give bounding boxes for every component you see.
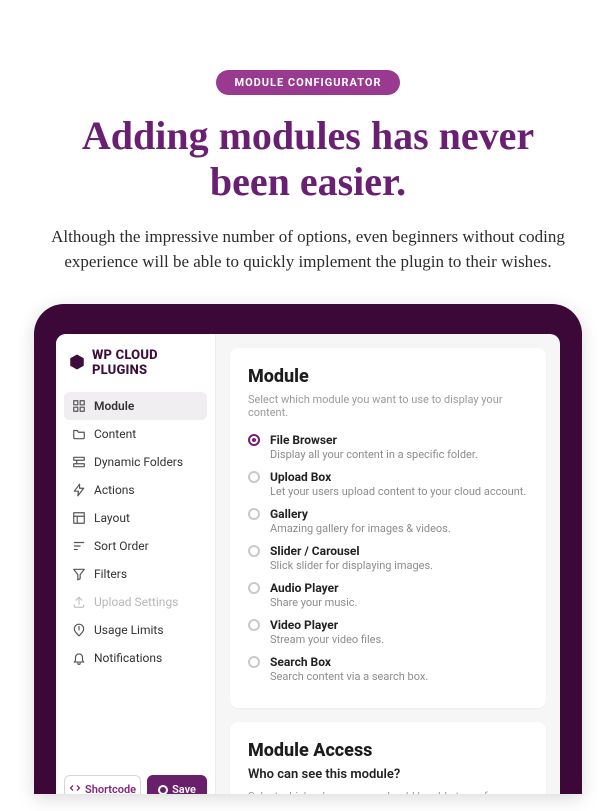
bell-icon xyxy=(72,651,86,665)
sidebar-item-label: Notifications xyxy=(94,651,162,665)
brand-text: WP CLOUD PLUGINS xyxy=(92,348,203,378)
sidebar-item-label: Filters xyxy=(94,567,127,581)
module-option-title: Upload Box xyxy=(270,470,526,484)
module-option-title: Search Box xyxy=(270,655,428,669)
sidebar-item-actions[interactable]: Actions xyxy=(64,476,207,504)
module-option-file-browser[interactable]: File BrowserDisplay all your content in … xyxy=(248,433,528,461)
shortcode-label: Shortcode xyxy=(85,783,136,794)
module-option-desc: Search content via a search box. xyxy=(270,670,428,683)
sidebar-item-label: Content xyxy=(94,427,136,441)
shortcode-button[interactable]: Shortcode xyxy=(64,775,141,794)
pill-label: MODULE CONFIGURATOR xyxy=(216,70,399,95)
sidebar-item-label: Module xyxy=(94,399,134,413)
module-option-desc: Slick slider for displaying images. xyxy=(270,559,433,572)
sidebar-item-dynamic-folders[interactable]: Dynamic Folders xyxy=(64,448,207,476)
radio-icon xyxy=(248,619,260,631)
sidebar-item-label: Actions xyxy=(94,483,135,497)
sidebar-item-label: Usage Limits xyxy=(94,623,164,637)
sidebar-item-notifications[interactable]: Notifications xyxy=(64,644,207,672)
sidebar-footer: Shortcode Save xyxy=(64,767,207,794)
save-label: Save xyxy=(172,783,196,794)
radio-icon xyxy=(248,434,260,446)
radio-icon xyxy=(248,545,260,557)
dynamic-icon xyxy=(72,455,86,469)
filter-icon xyxy=(72,567,86,581)
module-card-help: Select which module you want to use to d… xyxy=(248,393,528,419)
device-frame: WP CLOUD PLUGINS Module Content Dynamic Fo… xyxy=(34,304,582,794)
module-option-desc: Stream your video files. xyxy=(270,633,384,646)
sidebar-item-content[interactable]: Content xyxy=(64,420,207,448)
folder-icon xyxy=(72,427,86,441)
sidebar-item-label: Sort Order xyxy=(94,539,149,553)
module-option-desc: Let your users upload content to your cl… xyxy=(270,485,526,498)
brand: WP CLOUD PLUGINS xyxy=(64,348,207,392)
sidebar-item-label: Upload Settings xyxy=(94,595,178,609)
page-headline: Adding modules has never been easier. xyxy=(40,113,576,205)
access-card-title: Module Access xyxy=(248,740,528,761)
save-button[interactable]: Save xyxy=(147,775,207,794)
sidebar-item-sort-order[interactable]: Sort Order xyxy=(64,532,207,560)
module-option-desc: Display all your content in a specific f… xyxy=(270,448,478,461)
upload-icon xyxy=(72,595,86,609)
module-options: File BrowserDisplay all your content in … xyxy=(248,433,528,683)
layout-icon xyxy=(72,511,86,525)
radio-icon xyxy=(248,508,260,520)
access-card: Module Access Who can see this module? S… xyxy=(230,722,546,794)
sidebar-item-label: Layout xyxy=(94,511,130,525)
access-card-subhead: Who can see this module? xyxy=(248,767,528,782)
sidebar: WP CLOUD PLUGINS Module Content Dynamic Fo… xyxy=(56,334,216,794)
code-icon xyxy=(69,782,81,794)
brand-icon xyxy=(68,353,86,374)
module-option-upload-box[interactable]: Upload BoxLet your users upload content … xyxy=(248,470,528,498)
module-option-title: Video Player xyxy=(270,618,384,632)
bolt-icon xyxy=(72,483,86,497)
module-option-video-player[interactable]: Video PlayerStream your video files. xyxy=(248,618,528,646)
sidebar-nav: Module Content Dynamic Folders Actions Layou… xyxy=(64,392,207,767)
module-option-audio-player[interactable]: Audio PlayerShare your music. xyxy=(248,581,528,609)
module-card: Module Select which module you want to u… xyxy=(230,348,546,708)
sidebar-item-upload-settings: Upload Settings xyxy=(64,588,207,616)
module-option-gallery[interactable]: GalleryAmazing gallery for images & vide… xyxy=(248,507,528,535)
radio-icon xyxy=(248,656,260,668)
module-option-title: Slider / Carousel xyxy=(270,544,433,558)
module-option-slider-carousel[interactable]: Slider / CarouselSlick slider for displa… xyxy=(248,544,528,572)
radio-icon xyxy=(248,471,260,483)
module-card-title: Module xyxy=(248,366,528,387)
module-option-title: Gallery xyxy=(270,507,451,521)
sort-icon xyxy=(72,539,86,553)
sidebar-item-module[interactable]: Module xyxy=(64,392,207,420)
module-option-search-box[interactable]: Search BoxSearch content via a search bo… xyxy=(248,655,528,683)
module-option-desc: Share your music. xyxy=(270,596,357,609)
app-window: WP CLOUD PLUGINS Module Content Dynamic Fo… xyxy=(56,334,560,794)
main-pane: Module Select which module you want to u… xyxy=(216,334,560,794)
module-option-title: File Browser xyxy=(270,433,478,447)
sidebar-item-layout[interactable]: Layout xyxy=(64,504,207,532)
sidebar-item-filters[interactable]: Filters xyxy=(64,560,207,588)
module-icon xyxy=(72,399,86,413)
module-option-desc: Amazing gallery for images & videos. xyxy=(270,522,451,535)
module-option-title: Audio Player xyxy=(270,581,357,595)
sidebar-item-label: Dynamic Folders xyxy=(94,455,183,469)
page-subtext: Although the impressive number of option… xyxy=(46,225,570,274)
limit-icon xyxy=(72,623,86,637)
sidebar-item-usage-limits[interactable]: Usage Limits xyxy=(64,616,207,644)
radio-icon xyxy=(248,582,260,594)
save-icon xyxy=(158,785,168,795)
access-card-help: Select which roles or users should be ab… xyxy=(248,790,528,794)
